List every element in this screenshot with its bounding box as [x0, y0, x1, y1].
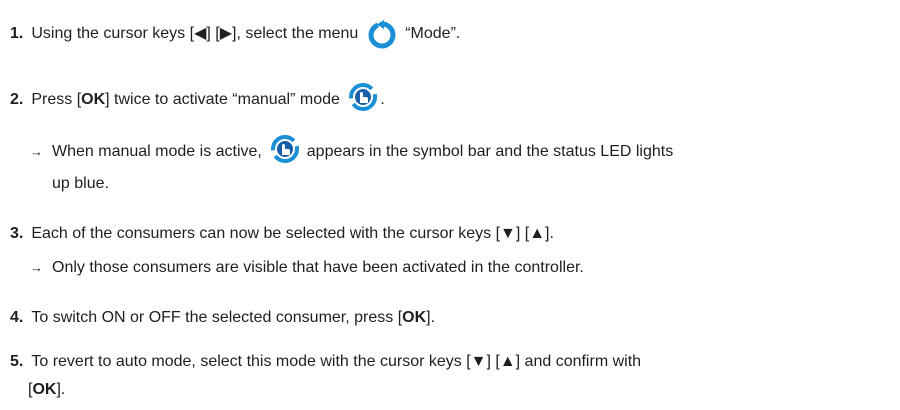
- step-number: 2.: [10, 91, 24, 108]
- step-5: 5. To revert to auto mode, select this mo…: [10, 346, 880, 378]
- step-5-continuation: [OK].: [28, 374, 65, 406]
- bracket-close: ].: [56, 381, 66, 398]
- step-text: To revert to auto mode, select this mode…: [31, 353, 642, 370]
- arrow-icon: →: [30, 144, 43, 159]
- step-3: 3. Each of the consumers can now be selec…: [10, 218, 880, 250]
- ok-key: OK: [32, 381, 57, 398]
- ok-key: OK: [402, 309, 427, 326]
- step-text-end: ].: [426, 309, 436, 326]
- ok-key: OK: [81, 91, 106, 108]
- note-continuation: up blue.: [52, 175, 109, 192]
- step-4: 4. To switch ON or OFF the selected consu…: [10, 302, 880, 334]
- step-text: To switch ON or OFF the selected consume…: [31, 309, 403, 326]
- step-1: 1. Using the cursor keys [◀] [▶], select …: [10, 18, 880, 50]
- step-number: 4.: [10, 309, 24, 326]
- step-text: Press [: [31, 91, 82, 108]
- instruction-document: 1. Using the cursor keys [◀] [▶], select …: [0, 0, 900, 410]
- note-text: Only those consumers are visible that ha…: [52, 259, 584, 276]
- note-manual-active: → When manual mode is active, appears in …: [30, 134, 880, 168]
- mode-refresh-icon: [368, 20, 396, 49]
- step-text-end: .: [380, 91, 385, 108]
- note-text: When manual mode is active,: [52, 143, 262, 160]
- note-visible-consumers: → Only those consumers are visible that h…: [30, 252, 880, 284]
- step-2: 2. Press [OK] twice to activate “manual” …: [10, 82, 880, 116]
- step-number: 5.: [10, 353, 24, 370]
- step-text-mid: ] twice to activate “manual” mode: [105, 91, 340, 108]
- arrow-icon: →: [30, 260, 43, 275]
- step-number: 3.: [10, 225, 24, 242]
- manual-mode-icon: [349, 82, 378, 111]
- note-text-end: appears in the symbol bar and the status…: [306, 143, 674, 160]
- step-number: 1.: [10, 25, 24, 42]
- step-text: Each of the consumers can now be selecte…: [31, 225, 554, 242]
- step-text: Using the cursor keys [◀] [▶], select th…: [31, 25, 359, 42]
- manual-mode-icon: [271, 134, 300, 163]
- step-text-end: “Mode”.: [405, 25, 461, 42]
